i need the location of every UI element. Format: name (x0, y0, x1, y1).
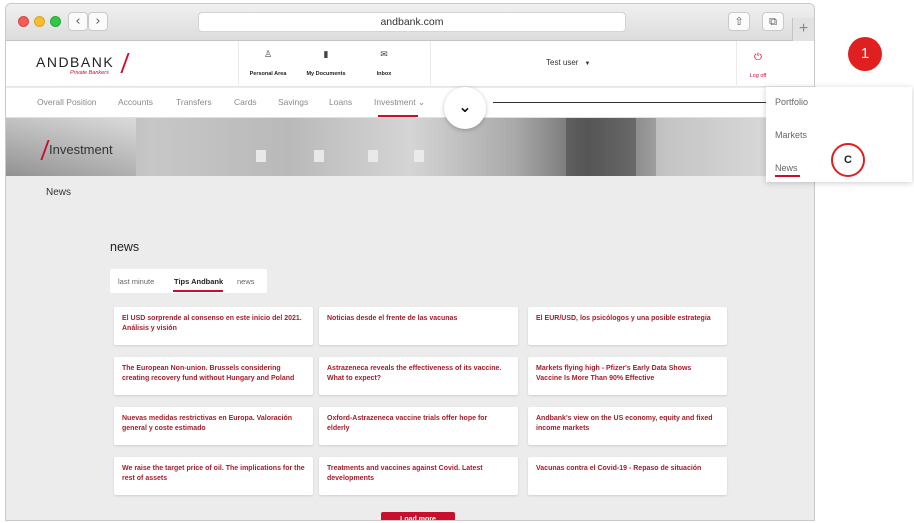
logoff-label: Log off (749, 73, 767, 79)
news-card[interactable]: Oxford-Astrazeneca vaccine trials offer … (319, 407, 518, 445)
main-content: News news last minute Tips Andbank news … (6, 176, 814, 520)
news-card[interactable]: Vacunas contra el Covid-19 - Repaso de s… (528, 457, 727, 495)
banner-shade (566, 118, 636, 176)
tab-last-minute[interactable]: last minute (118, 277, 154, 286)
news-card[interactable]: Andbank's view on the US economy, equity… (528, 407, 727, 445)
step-number-badge: 1 (848, 37, 882, 71)
user-menu[interactable]: Test user ▼ (546, 58, 590, 67)
inbox-link[interactable]: ✉ Inbox (354, 49, 414, 80)
nav-item-investment[interactable]: Investment ⌄ (374, 97, 425, 108)
personal-area-label: Personal Area (249, 71, 287, 77)
nav-item-savings[interactable]: Savings (278, 97, 308, 107)
menu-item-markets[interactable]: Markets (775, 130, 807, 140)
news-card[interactable]: Noticias desde el frente de las vacunas (319, 307, 518, 345)
andbank-logo[interactable]: ANDBANK Private Bankers (36, 54, 115, 76)
inbox-label: Inbox (376, 71, 392, 77)
banner-graphic (368, 150, 378, 162)
caret-down-icon: ▼ (584, 61, 591, 67)
back-icon[interactable]: ‹ (68, 12, 88, 31)
page: ‹ › andbank.com ⇧ ⧉ + ANDBANK Private Ba… (0, 0, 914, 523)
news-card[interactable]: Nuevas medidas restrictivas en Europa. V… (114, 407, 313, 445)
nav-item-transfers[interactable]: Transfers (176, 97, 212, 107)
browser-titlebar: ‹ › andbank.com ⇧ ⧉ + (6, 4, 814, 41)
user-name: Test user (546, 58, 579, 67)
menu-active-indicator (775, 175, 800, 177)
web-viewport: ANDBANK Private Bankers ♙ Personal Area … (6, 41, 814, 520)
mail-icon: ✉ (380, 50, 388, 60)
menu-item-news[interactable]: News (775, 163, 798, 173)
address-bar[interactable]: andbank.com (198, 12, 626, 32)
news-card[interactable]: We raise the target price of oil. The im… (114, 457, 313, 495)
logoff-button[interactable]: ⏻ Log off (738, 51, 778, 82)
document-icon: ▮ (323, 50, 329, 60)
news-subtabs: last minute Tips Andbank news (110, 269, 267, 293)
nav-item-cards[interactable]: Cards (234, 97, 257, 107)
section-title: news (110, 240, 140, 254)
breadcrumb: News (46, 187, 72, 198)
news-card[interactable]: Treatments and vaccines against Covid. L… (319, 457, 518, 495)
browser-window: ‹ › andbank.com ⇧ ⧉ + ANDBANK Private Ba… (5, 3, 815, 521)
news-card[interactable]: Astrazeneca reveals the effectiveness of… (319, 357, 518, 395)
share-icon[interactable]: ⇧ (728, 12, 750, 31)
nav-item-overall-position[interactable]: Overall Position (37, 97, 97, 107)
page-title: Investment (49, 142, 113, 157)
banner-graphic (414, 150, 424, 162)
tab-tips-andbank[interactable]: Tips Andbank (174, 277, 223, 286)
minimize-window-button[interactable] (34, 16, 45, 27)
personal-area-link[interactable]: ♙ Personal Area (238, 49, 298, 80)
news-card[interactable]: El USD sorprende al consenso en este ini… (114, 307, 313, 345)
logo-slash (120, 53, 130, 73)
nav-item-loans[interactable]: Loans (329, 97, 352, 107)
callout-line (493, 102, 766, 103)
tab-news[interactable]: news (237, 277, 255, 286)
subtab-active-indicator (173, 290, 223, 292)
nav-active-indicator (378, 115, 418, 117)
maximize-window-button[interactable] (50, 16, 61, 27)
person-icon: ♙ (263, 50, 273, 60)
site-header: ANDBANK Private Bankers ♙ Personal Area … (6, 41, 814, 87)
news-card[interactable]: Markets flying high - Pfizer's Early Dat… (528, 357, 727, 395)
option-letter-badge: C (831, 143, 865, 177)
section-banner: Investment (6, 118, 814, 176)
new-tab-button[interactable]: + (792, 18, 814, 41)
main-navigation: Overall Position Accounts Transfers Card… (6, 88, 814, 118)
news-card[interactable]: The European Non-union. Brussels conside… (114, 357, 313, 395)
my-documents-label: My Documents (306, 71, 346, 77)
header-divider (430, 41, 431, 87)
my-documents-link[interactable]: ▮ My Documents (296, 49, 356, 80)
load-more-button[interactable]: Load more (381, 512, 455, 520)
chevron-down-icon[interactable]: ⌄ (444, 87, 486, 129)
menu-item-portfolio[interactable]: Portfolio (775, 97, 808, 107)
banner-graphic (314, 150, 324, 162)
forward-icon[interactable]: › (88, 12, 108, 31)
banner-graphic (256, 150, 266, 162)
close-window-button[interactable] (18, 16, 29, 27)
logo-subtext: Private Bankers (70, 70, 109, 76)
tabs-overview-icon[interactable]: ⧉ (762, 12, 784, 31)
nav-item-accounts[interactable]: Accounts (118, 97, 153, 107)
news-card[interactable]: El EUR/USD, los psicólogos y una posible… (528, 307, 727, 345)
power-icon: ⏻ (754, 52, 762, 63)
header-divider (736, 41, 737, 87)
logo-text: ANDBANK (36, 54, 115, 70)
